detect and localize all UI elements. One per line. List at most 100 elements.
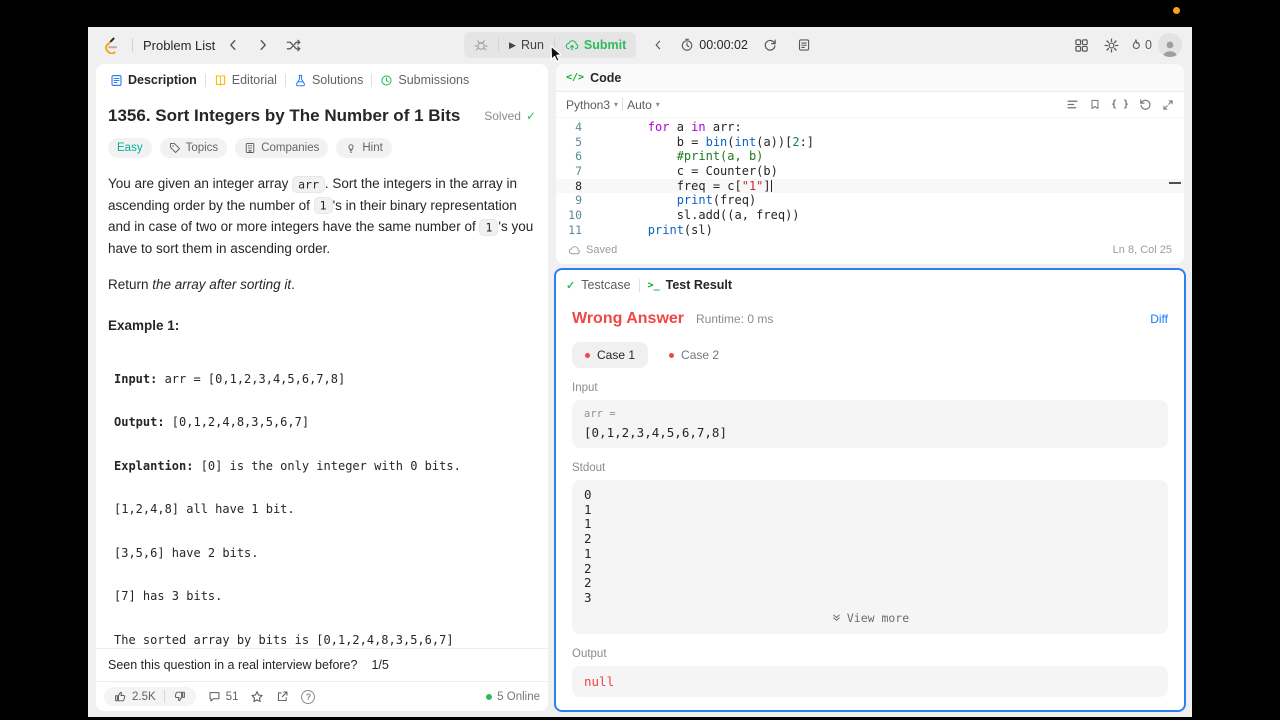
question-icon: ? [301, 689, 316, 704]
flask-icon [295, 74, 305, 86]
notification-dot [1173, 7, 1180, 14]
view-more-button[interactable]: View more [584, 606, 1156, 626]
thumbs-down-icon [174, 691, 185, 702]
streak-counter[interactable]: 0 [1129, 38, 1152, 52]
code-line[interactable]: 7 c = Counter(b) [556, 164, 1184, 179]
solved-badge: Solved ✓ [484, 109, 536, 123]
run-button[interactable]: ▶ Run [499, 32, 554, 58]
code-line[interactable]: 11 print(sl) [556, 223, 1184, 236]
editorial-icon [215, 74, 225, 86]
tab-solutions[interactable]: Solutions [286, 73, 371, 87]
divider [638, 278, 640, 292]
braces-icon[interactable]: { } [1111, 99, 1129, 110]
run-group: ▶ Run Submit [464, 32, 637, 58]
comments-button[interactable]: 51 [208, 690, 238, 703]
tab-testcase[interactable]: ✓ Testcase [566, 278, 631, 292]
share-icon [278, 691, 288, 702]
interview-question: Seen this question in a real interview b… [108, 658, 358, 672]
avatar[interactable] [1158, 33, 1182, 57]
building-icon [245, 143, 255, 153]
online-dot [486, 693, 493, 700]
input-value: [0,1,2,3,4,5,6,7,8] [584, 425, 727, 440]
tab-editorial[interactable]: Editorial [206, 73, 285, 87]
favorite-button[interactable] [250, 690, 264, 704]
example1-heading: Example 1: [108, 317, 180, 333]
like-button[interactable]: 2.5K [114, 690, 156, 703]
output-value: null [584, 673, 615, 689]
flame-icon [1132, 39, 1140, 49]
reset-code-icon[interactable] [1139, 98, 1152, 111]
format-code-icon[interactable] [1066, 98, 1079, 111]
case-1-label: Case 1 [597, 348, 636, 362]
tab-label: Description [128, 73, 197, 87]
editor-status-bar: Saved Ln 8, Col 25 [556, 236, 1184, 264]
tab-test-result[interactable]: >_ Test Result [648, 278, 733, 292]
submit-button[interactable]: Submit [555, 32, 636, 58]
diff-link[interactable]: Diff [1150, 312, 1168, 326]
leetcode-logo-icon[interactable] [98, 33, 122, 57]
notes-icon[interactable] [792, 33, 816, 57]
online-count: 5 Online [497, 690, 540, 703]
user-icon [1162, 41, 1178, 57]
editor-toolbar: Python3 ▾ Auto ▾ { } [556, 92, 1184, 118]
code-line[interactable]: 10 sl.add((a, freq)) [556, 208, 1184, 223]
code-editor-panel: </> Code Python3 ▾ Auto ▾ { } 4 for a in… [556, 64, 1184, 264]
code-line[interactable]: 8 freq = c["1"] [556, 179, 1184, 194]
cursor-position[interactable]: Ln 8, Col 25 [1113, 244, 1172, 256]
maximize-icon[interactable] [1162, 99, 1174, 111]
online-indicator: 5 Online [486, 691, 540, 703]
description-icon [111, 74, 122, 86]
hint-button[interactable]: Hint [336, 138, 392, 158]
session-timer[interactable]: 00:00:02 [680, 38, 748, 52]
case-2-tab[interactable]: Case 2 [656, 342, 732, 368]
problem-title: 1356. Sort Integers by The Number of 1 B… [108, 106, 461, 125]
overview-ruler-cursor-mark [1169, 182, 1181, 184]
dislike-button[interactable] [173, 690, 186, 703]
companies-button[interactable]: Companies [235, 138, 329, 158]
divider [622, 98, 624, 111]
problem-list-link[interactable]: Problem List [143, 38, 215, 53]
code-editor[interactable]: 4 for a in arr: 5 b = bin(int(a))[2:] 6 #p… [556, 118, 1184, 236]
code-line[interactable]: 4 for a in arr: [556, 120, 1184, 135]
interview-page-count[interactable]: 1/5 [371, 658, 388, 672]
share-button[interactable] [276, 690, 289, 703]
next-problem-button[interactable] [251, 33, 275, 57]
code-line[interactable]: 6 #print(a, b) [556, 149, 1184, 164]
run-button-label: Run [520, 38, 544, 52]
leetcode-app: Problem List ▶ Run Submit 00:00:02 0 Des… [88, 27, 1192, 717]
collapse-timer-icon[interactable] [646, 33, 670, 57]
auto-complete-toggle[interactable]: Auto ▾ [627, 98, 660, 112]
submit-button-label: Submit [583, 38, 627, 52]
like-dislike-group: 2.5K [104, 687, 196, 706]
timer-reset-icon[interactable] [758, 33, 782, 57]
editor-toolbar-icons: { } [1066, 98, 1174, 111]
check-icon: ✓ [525, 109, 536, 123]
cloud-icon [568, 245, 580, 254]
feedback-button[interactable]: ? [301, 689, 316, 704]
prev-problem-button[interactable] [221, 33, 245, 57]
shuffle-icon[interactable] [281, 33, 305, 57]
code-panel-title[interactable]: Code [590, 71, 621, 85]
language-selector[interactable]: Python3 ▾ [566, 98, 618, 112]
case-2-label: Case 2 [681, 348, 720, 362]
tab-description[interactable]: Description [102, 73, 205, 87]
input-box[interactable]: arr = [0,1,2,3,4,5,6,7,8] [572, 400, 1168, 448]
topics-button[interactable]: Topics [159, 138, 228, 158]
tab-label: Solutions [311, 73, 364, 87]
case-1-tab[interactable]: Case 1 [572, 342, 649, 368]
gear-icon[interactable] [1099, 33, 1123, 57]
tag-icon [169, 143, 180, 153]
input-label: Input [572, 382, 598, 394]
bookmark-icon[interactable] [1089, 98, 1101, 111]
difficulty-badge[interactable]: Easy [108, 138, 152, 158]
chevron-down-icon: ▾ [614, 100, 619, 109]
solved-label: Solved [484, 109, 521, 123]
layout-grid-icon[interactable] [1069, 33, 1093, 57]
code-line[interactable]: 9 print(freq) [556, 193, 1184, 208]
debug-button[interactable] [464, 32, 498, 58]
code-line[interactable]: 5 b = bin(int(a))[2:] [556, 135, 1184, 150]
tab-label: Editorial [231, 73, 277, 87]
tab-submissions[interactable]: Submissions [372, 73, 477, 87]
double-chevron-down-icon [833, 614, 840, 621]
chevron-down-icon: ▾ [655, 100, 660, 109]
